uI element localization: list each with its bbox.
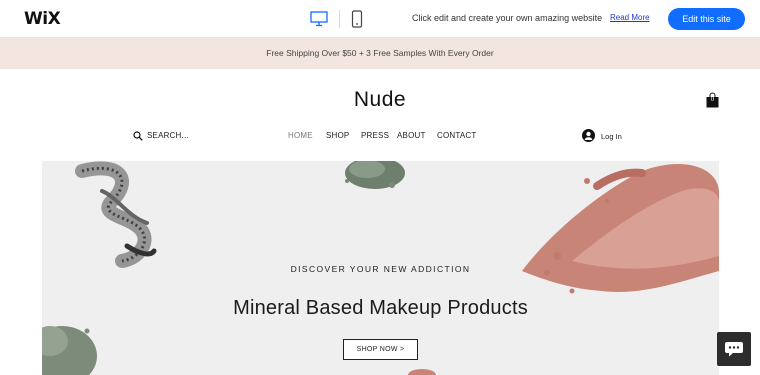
wix-top-bar: WiX Click edit and create your own amazi…	[0, 0, 760, 38]
nav-shop[interactable]: SHOP	[326, 131, 349, 140]
cart-button[interactable]: 0	[706, 92, 719, 108]
green-powder-top	[345, 161, 405, 189]
read-more-link[interactable]: Read More	[610, 13, 650, 22]
device-separator	[339, 10, 340, 28]
nav-home[interactable]: HOME	[288, 131, 313, 140]
hero-title: Mineral Based Makeup Products	[233, 297, 528, 319]
cart-count: 0	[710, 97, 715, 103]
avatar-icon	[582, 129, 595, 142]
nav-press[interactable]: PRESS	[361, 131, 389, 140]
search-bar[interactable]: SEARCH...	[133, 130, 203, 144]
announcement-text: Free Shipping Over $50 + 3 Free Samples …	[266, 48, 494, 58]
chat-icon	[725, 342, 743, 357]
blush-swatch	[522, 163, 719, 294]
wix-logo[interactable]: WiX	[24, 9, 61, 29]
login-label: Log In	[601, 132, 622, 141]
site-title[interactable]: Nude	[0, 88, 760, 112]
edit-this-site-button[interactable]: Edit this site	[668, 8, 745, 30]
nav-about[interactable]: ABOUT	[397, 131, 426, 140]
search-input[interactable]: SEARCH...	[147, 131, 189, 140]
blush-crumb-bottom	[408, 369, 436, 375]
shop-now-button[interactable]: SHOP NOW >	[343, 339, 418, 360]
desktop-icon[interactable]	[310, 11, 328, 27]
announcement-bar: Free Shipping Over $50 + 3 Free Samples …	[0, 38, 760, 69]
mobile-icon[interactable]	[351, 10, 363, 28]
login-button[interactable]: Log In	[582, 129, 627, 143]
hero-eyebrow: DISCOVER YOUR NEW ADDICTION	[290, 264, 471, 274]
search-icon	[133, 131, 143, 141]
hero-banner: DISCOVER YOUR NEW ADDICTION Mineral Base…	[42, 161, 719, 375]
green-powder-bottom	[42, 326, 97, 375]
chat-button[interactable]	[717, 332, 751, 366]
nav-contact[interactable]: CONTACT	[437, 131, 476, 140]
mascara-swatch	[75, 161, 157, 268]
promo-text: Click edit and create your own amazing w…	[412, 13, 603, 23]
